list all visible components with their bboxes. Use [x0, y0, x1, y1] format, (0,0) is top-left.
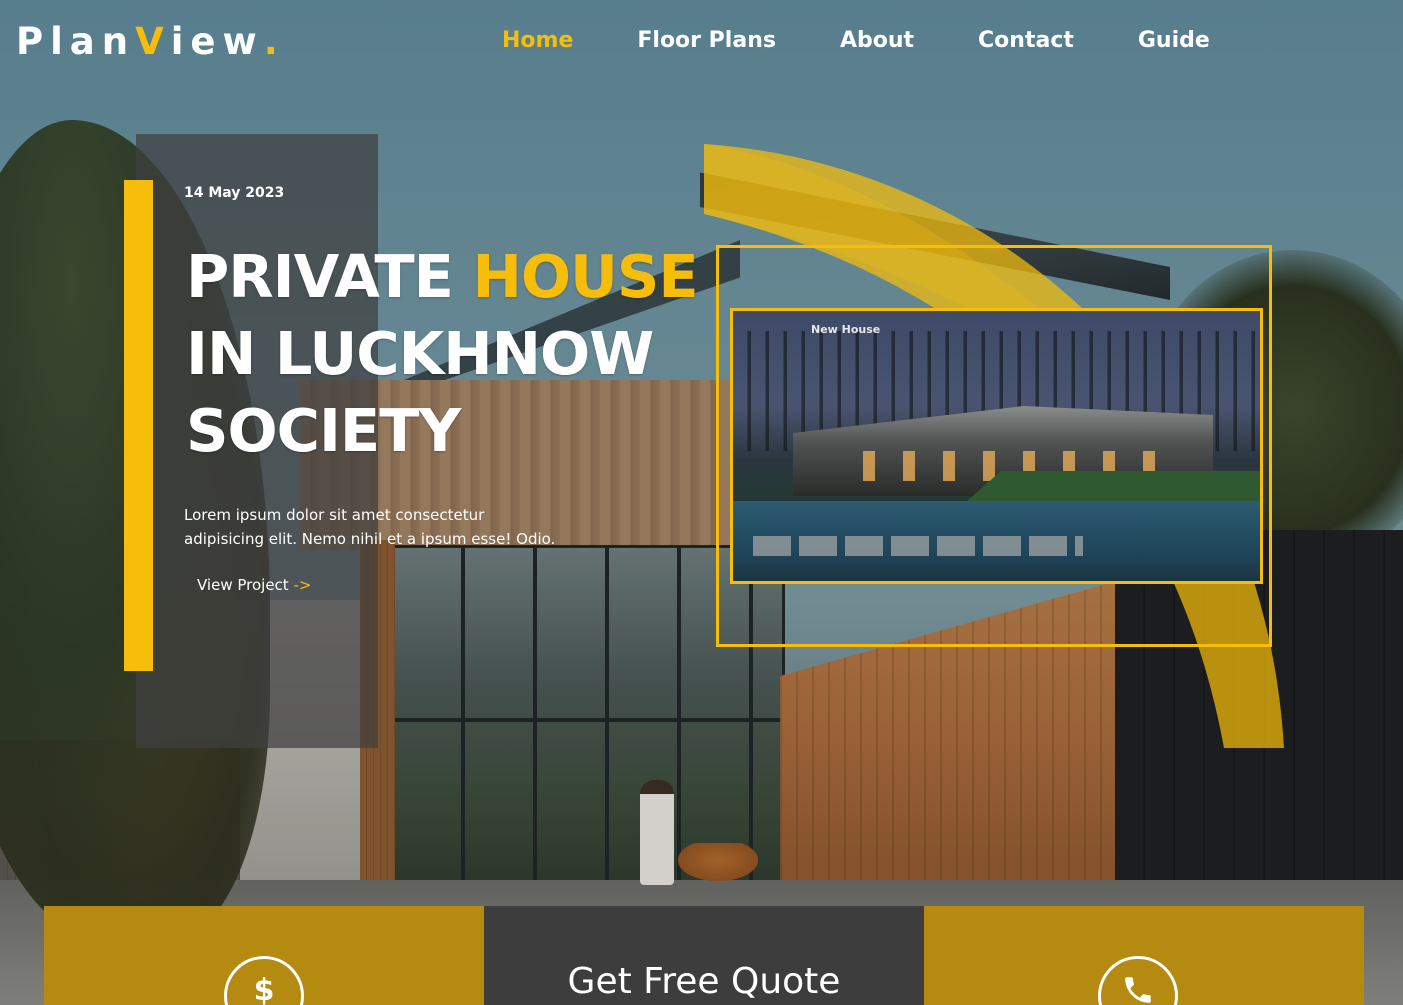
phone-glyph: [1125, 977, 1151, 1003]
nav-contact[interactable]: Contact: [978, 28, 1074, 53]
get-free-quote-button[interactable]: Get Free Quote: [484, 961, 924, 1002]
preview-image[interactable]: New House: [730, 308, 1263, 584]
arrow-right-icon: ->: [293, 576, 312, 594]
logo-text-plan: Plan: [16, 20, 136, 63]
hero-title-line3: SOCIETY: [186, 396, 461, 465]
logo-dot: .: [263, 20, 285, 63]
phone-icon: [1098, 956, 1178, 1005]
hero-description: Lorem ipsum dolor sit amet consectetur a…: [184, 506, 556, 548]
preview-label: New House: [811, 323, 881, 336]
hero-title-line2: IN LUCKHNOW: [186, 319, 654, 388]
logo-text-v: V: [135, 20, 171, 63]
site-logo[interactable]: Plan V iew .: [16, 20, 285, 63]
preview-steps: [753, 536, 1083, 556]
phone-panel[interactable]: [924, 906, 1364, 1005]
view-project-link[interactable]: View Project ->: [197, 576, 311, 594]
nav-floor-plans[interactable]: Floor Plans: [637, 28, 776, 53]
quote-panel[interactable]: Get Free Quote: [484, 906, 924, 1005]
preview-scene: New House: [733, 311, 1260, 581]
nav-guide[interactable]: Guide: [1138, 28, 1210, 53]
view-project-label: View Project: [197, 576, 289, 594]
nav-home[interactable]: Home: [502, 28, 573, 53]
bottom-strip: $ Get Free Quote: [44, 906, 1364, 1005]
pricing-panel[interactable]: $: [44, 906, 484, 1005]
dollar-icon: $: [224, 956, 304, 1005]
navbar: Plan V iew . Home Floor Plans About Cont…: [0, 0, 1403, 86]
nav-about[interactable]: About: [840, 28, 914, 53]
hero-title: PRIVATE HOUSE IN LUCKHNOW SOCIETY: [186, 238, 706, 469]
hero-accent-bar: [124, 180, 153, 671]
main-nav: Home Floor Plans About Contact Guide: [502, 28, 1210, 53]
logo-text-iew: iew: [170, 20, 264, 63]
hero-title-line1-a: PRIVATE: [186, 242, 473, 311]
hero-title-line1-highlight: HOUSE: [472, 242, 698, 311]
hero-date: 14 May 2023: [184, 185, 285, 201]
